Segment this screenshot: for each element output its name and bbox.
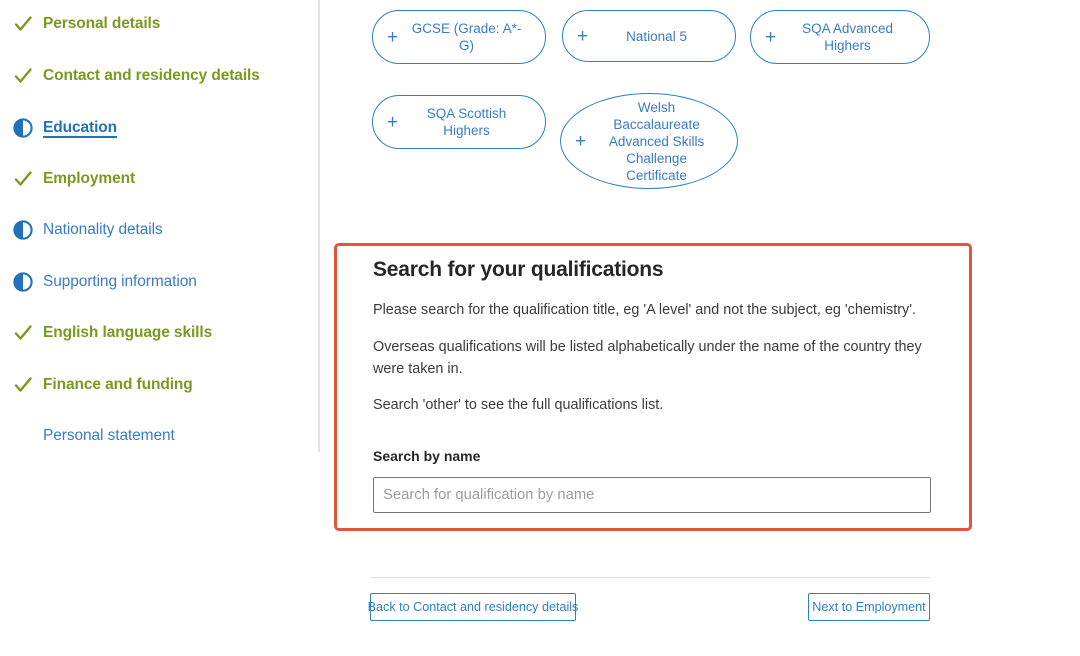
sidebar-item-finance-and-funding[interactable]: Finance and funding [12,373,193,397]
search-input[interactable] [373,477,931,513]
sidebar-item-label: English language skills [43,324,213,341]
pill-label: Welsh Baccalaureate Advanced Skills Chal… [608,99,705,183]
check-icon [12,13,34,35]
add-qualification-gcse-button[interactable]: + GCSE (Grade: A*-G) [372,10,546,64]
sidebar-item-contact-and-residency-details[interactable]: Contact and residency details [12,64,260,88]
sidebar-item-label: Personal statement [43,427,175,444]
panel-paragraph: Overseas qualifications will be listed a… [373,339,922,377]
search-field-label: Search by name [373,448,481,464]
check-icon [12,374,34,396]
add-qualification-sqa-scottish-highers-button[interactable]: + SQA Scottish Highers [372,95,546,149]
sidebar-item-label: Education [43,119,118,136]
half-circle-icon [12,219,34,241]
check-icon [12,65,34,87]
sidebar-item-label: Contact and residency details [43,67,260,84]
pill-label: National 5 [626,28,687,44]
sidebar-item-label: Finance and funding [43,376,193,393]
plus-icon: + [387,111,399,133]
pill-label: GCSE (Grade: A*-G) [411,21,522,53]
plus-icon: + [387,26,399,48]
pill-label: SQA Scottish Highers [426,106,507,138]
check-icon [12,168,34,190]
half-circle-icon [12,271,34,293]
sidebar-divider [318,0,320,452]
add-qualification-welsh-baccalaureate-button[interactable]: + Welsh Baccalaureate Advanced Skills Ch… [560,93,738,189]
sidebar-item-nationality-details[interactable]: Nationality details [12,218,163,242]
sidebar-item-label: Personal details [43,15,161,32]
sidebar-item-label: Employment [43,170,136,187]
plus-icon: + [575,130,587,152]
progress-sidebar: Personal details Contact and residency d… [0,0,318,656]
sidebar-item-education[interactable]: Education [12,116,117,140]
back-button[interactable]: Back to Contact and residency details [368,593,578,621]
sidebar-item-personal-statement[interactable]: Personal statement [43,424,175,448]
add-qualification-sqa-advanced-highers-button[interactable]: + SQA Advanced Highers [750,10,930,64]
footer-divider [370,577,930,578]
plus-icon: + [765,26,777,48]
sidebar-item-label: Supporting information [43,273,197,290]
check-icon [12,322,34,344]
sidebar-item-supporting-information[interactable]: Supporting information [12,270,197,294]
page-title: Search for your qualifications [373,258,664,281]
panel-paragraph: Please search for the qualification titl… [373,302,916,318]
plus-icon: + [577,25,589,47]
sidebar-item-personal-details[interactable]: Personal details [12,12,160,36]
next-button[interactable]: Next to Employment [808,593,930,621]
half-circle-icon [12,117,34,139]
search-qualifications-panel: Search for your qualifications Please se… [334,243,972,531]
sidebar-item-english-language-skills[interactable]: English language skills [12,321,212,345]
sidebar-item-employment[interactable]: Employment [12,167,135,191]
pill-label: SQA Advanced Highers [802,21,893,53]
add-qualification-national-5-button[interactable]: + National 5 [562,10,736,62]
sidebar-item-label: Nationality details [43,221,163,238]
panel-paragraph: Search 'other' to see the full qualifica… [373,397,664,413]
